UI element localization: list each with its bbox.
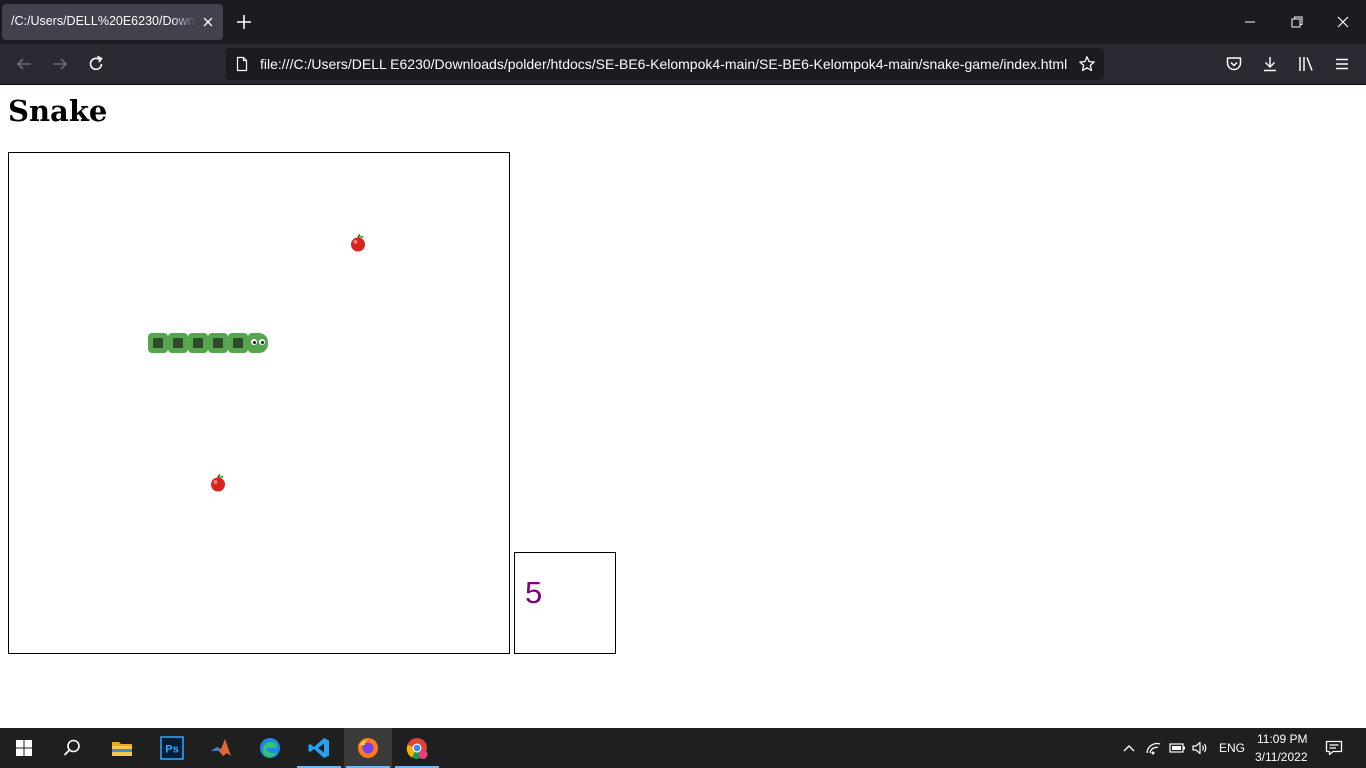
browser-toolbar: file:///C:/Users/DELL E6230/Downloads/po… [0, 44, 1366, 85]
snake-body-segment [228, 333, 248, 353]
snake-body-segment [208, 333, 228, 353]
start-icon [16, 740, 32, 756]
taskbar-edge[interactable] [246, 728, 294, 768]
downloads-icon[interactable] [1260, 54, 1280, 74]
page-icon[interactable] [234, 56, 250, 72]
reload-icon[interactable] [86, 54, 106, 74]
address-bar[interactable]: file:///C:/Users/DELL E6230/Downloads/po… [226, 48, 1104, 80]
network-icon[interactable] [1144, 738, 1164, 758]
snake-body-segment [148, 333, 168, 353]
taskbar-matlab[interactable] [197, 728, 245, 768]
apple-icon [351, 233, 365, 252]
clock-time[interactable]: 11:09 PM [1257, 732, 1307, 746]
snake-eye [259, 339, 265, 345]
close-window-icon[interactable] [1333, 12, 1353, 32]
edge-icon [260, 738, 280, 758]
taskbar-file-explorer[interactable] [98, 728, 146, 768]
score-box: 5 [514, 552, 616, 654]
chrome-icon [406, 738, 428, 759]
battery-icon[interactable] [1167, 738, 1187, 758]
url-text[interactable]: file:///C:/Users/DELL E6230/Downloads/po… [260, 56, 1067, 72]
close-tab-icon[interactable] [199, 13, 217, 31]
page-title: Snake [8, 94, 108, 128]
search-icon [63, 739, 80, 756]
taskbar-chrome[interactable] [393, 728, 441, 768]
clock-date[interactable]: 3/11/2022 [1255, 750, 1308, 764]
pocket-icon[interactable] [1224, 54, 1244, 74]
back-icon[interactable] [14, 54, 34, 74]
matlab-icon [211, 739, 231, 756]
apple-icon [211, 473, 225, 492]
bookmark-star-icon[interactable] [1078, 55, 1096, 73]
snake-head [248, 333, 268, 353]
minimize-icon[interactable] [1240, 12, 1260, 32]
new-tab-icon[interactable] [234, 12, 254, 32]
taskbar: Ps ENG 11:09 PM 3/11/2022 [0, 728, 1366, 768]
taskbar-search[interactable] [48, 728, 96, 768]
tab-title: /C:/Users/DELL%20E6230/Downloads/polder/… [11, 14, 196, 28]
snake-body-segment [188, 333, 208, 353]
vscode-icon [308, 738, 329, 758]
firefox-icon [358, 738, 378, 758]
forward-icon[interactable] [50, 54, 70, 74]
language-indicator[interactable]: ENG [1219, 741, 1245, 755]
volume-icon[interactable] [1190, 738, 1210, 758]
start-button[interactable] [0, 728, 48, 768]
restore-icon[interactable] [1287, 12, 1307, 32]
browser-tab[interactable]: /C:/Users/DELL%20E6230/Downloads/polder/… [2, 4, 223, 40]
snake-eye [251, 339, 257, 345]
notifications-icon[interactable] [1324, 738, 1344, 758]
photoshop-icon: Ps [160, 736, 184, 760]
taskbar-firefox[interactable] [344, 728, 392, 768]
taskbar-vscode[interactable] [295, 728, 343, 768]
show-hidden-icons-icon[interactable] [1119, 738, 1139, 758]
svg-text:Ps: Ps [165, 744, 178, 756]
page-content: Snake 5 [0, 85, 1366, 728]
snake-body-segment [168, 333, 188, 353]
browser-tab-strip: /C:/Users/DELL%20E6230/Downloads/polder/… [0, 0, 1366, 44]
taskbar-photoshop[interactable]: Ps [148, 728, 196, 768]
score-value: 5 [525, 575, 543, 610]
file-explorer-icon [112, 742, 132, 756]
menu-icon[interactable] [1332, 54, 1352, 74]
library-icon[interactable] [1296, 54, 1316, 74]
game-board[interactable] [8, 152, 510, 654]
